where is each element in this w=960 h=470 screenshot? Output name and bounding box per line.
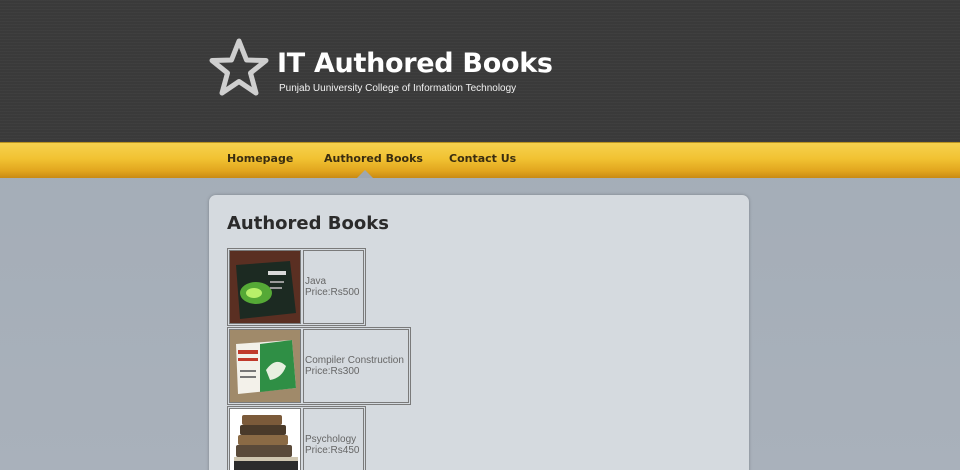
main-nav: Homepage Authored Books Contact Us xyxy=(0,142,960,178)
book-row: Java Price:Rs500 xyxy=(227,248,367,326)
nav-contact-us[interactable]: Contact Us xyxy=(449,152,516,165)
star-icon xyxy=(209,38,269,96)
nav-homepage[interactable]: Homepage xyxy=(227,152,293,165)
book-name[interactable]: Java xyxy=(305,276,359,287)
book-info: Psychology Price:Rs450 xyxy=(303,408,365,470)
java-cover-image[interactable] xyxy=(229,250,301,324)
site-header: IT Authored Books Punjab Uuniversity Col… xyxy=(0,0,960,142)
psychology-cover-image[interactable] xyxy=(229,408,301,470)
book-name[interactable]: Compiler Construction xyxy=(305,355,404,366)
nav-authored-books[interactable]: Authored Books xyxy=(324,152,423,165)
book-price: Price:Rs450 xyxy=(305,445,360,456)
active-nav-pointer xyxy=(357,170,373,178)
book-info: Java Price:Rs500 xyxy=(303,250,365,324)
book-name[interactable]: Psychology xyxy=(305,434,359,445)
page-title: Authored Books xyxy=(227,213,389,234)
book-price: Price:Rs300 xyxy=(305,366,360,377)
book-price: Price:Rs500 xyxy=(305,287,360,298)
content-panel: Authored Books Java Price:Rs500 Compiler… xyxy=(209,195,749,470)
site-subtitle: Punjab Uuniversity College of Informatio… xyxy=(279,83,517,94)
site-title: IT Authored Books xyxy=(277,48,553,79)
book-row: Compiler Construction Price:Rs300 xyxy=(227,327,411,405)
book-info: Compiler Construction Price:Rs300 xyxy=(303,329,409,403)
compiler-cover-image[interactable] xyxy=(229,329,301,403)
book-row: Psychology Price:Rs450 xyxy=(227,406,367,470)
